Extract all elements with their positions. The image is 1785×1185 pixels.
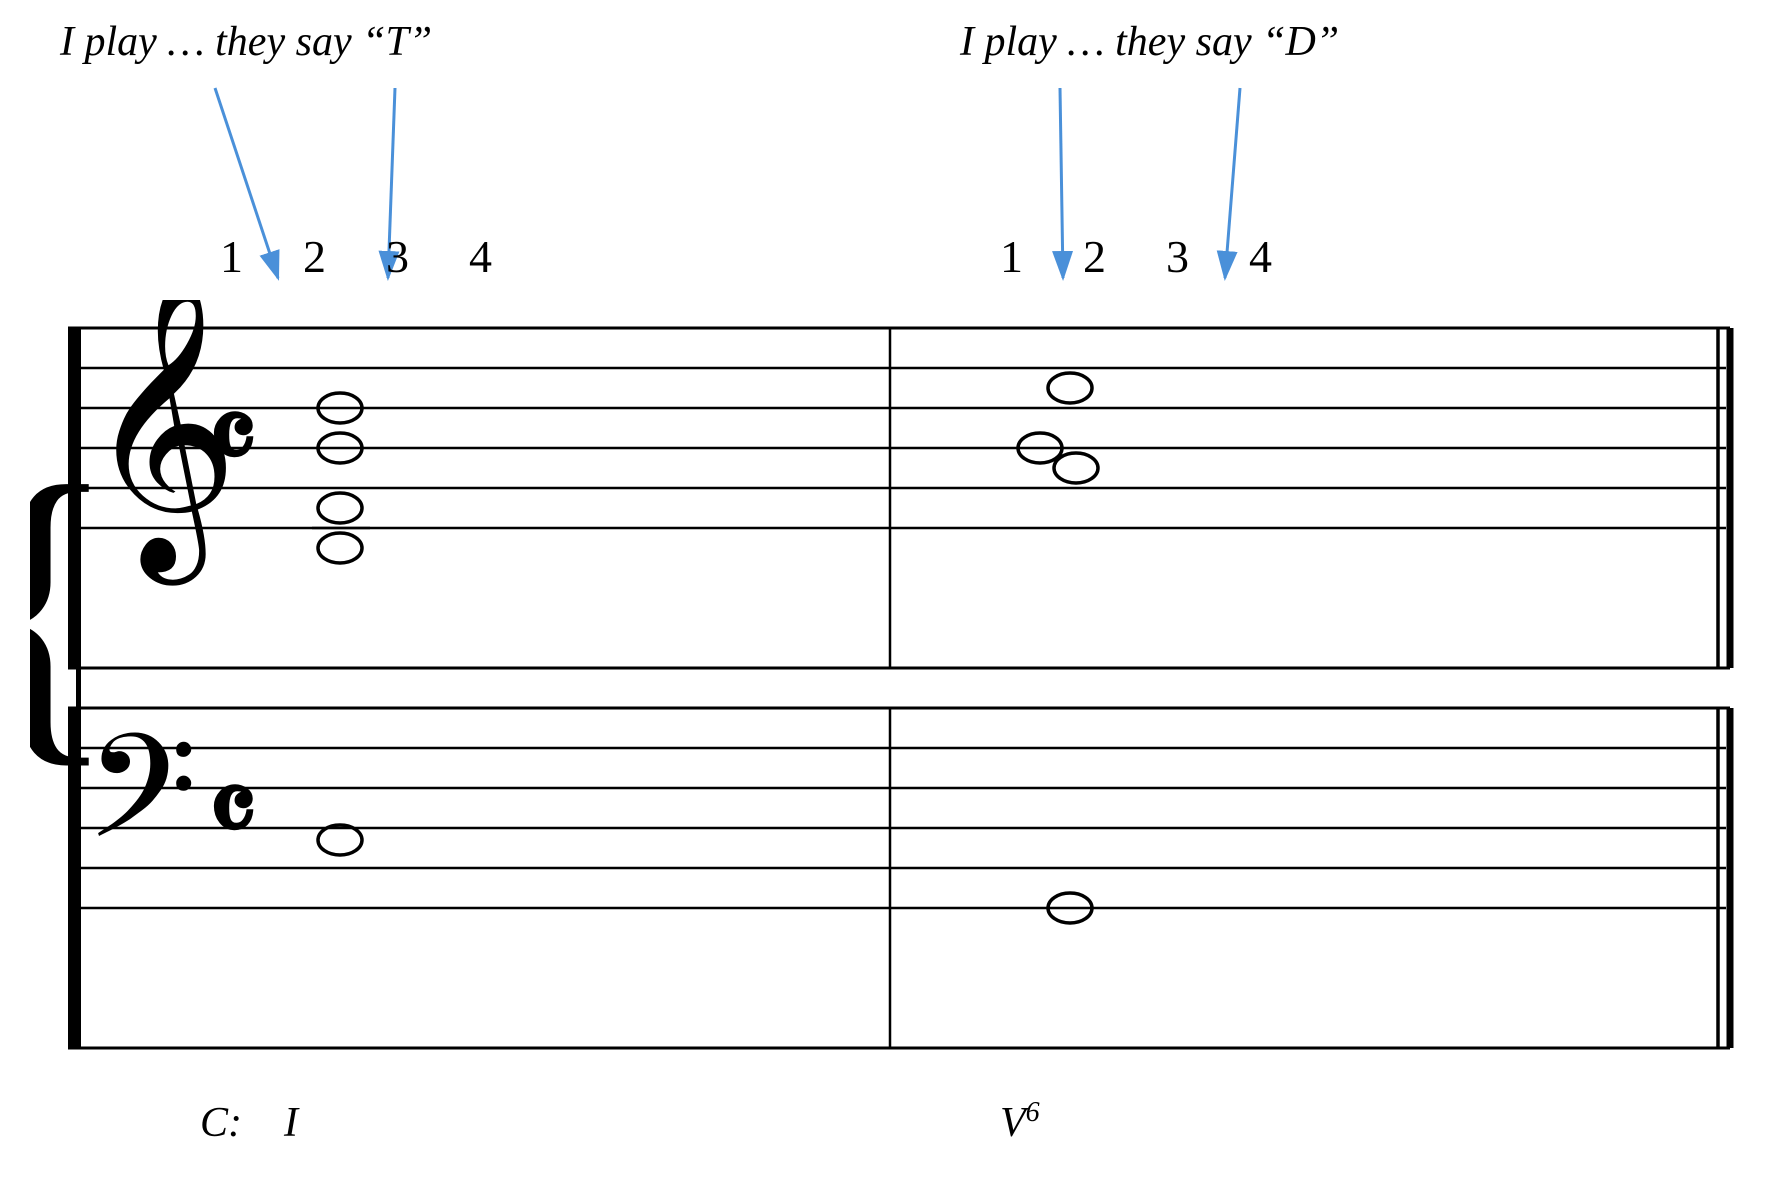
staff-container: { 𝄞 𝄴 bbox=[30, 300, 1760, 1080]
beat-right-3: 3 bbox=[1166, 230, 1189, 283]
beat-right-4: 4 bbox=[1249, 230, 1272, 283]
beat-left-4: 4 bbox=[469, 230, 492, 283]
svg-text:𝄴: 𝄴 bbox=[208, 750, 257, 872]
annotation-right: I play … they say “D” bbox=[960, 18, 1339, 66]
beat-left-3: 3 bbox=[386, 230, 409, 283]
beat-numbers-left: 1 2 3 4 bbox=[220, 230, 492, 283]
svg-text:𝄢: 𝄢 bbox=[85, 709, 198, 903]
beat-numbers-right: 1 2 3 4 bbox=[1000, 230, 1272, 283]
label-c-i: C: I bbox=[200, 1099, 298, 1147]
label-v6: V6 bbox=[1000, 1097, 1040, 1147]
staff-svg: { 𝄞 𝄴 bbox=[30, 300, 1760, 1080]
beat-left-1: 1 bbox=[220, 230, 243, 283]
beat-right-1: 1 bbox=[1000, 230, 1023, 283]
beat-left-2: 2 bbox=[303, 230, 326, 283]
annotation-left: I play … they say “T” bbox=[60, 18, 432, 66]
svg-text:𝄴: 𝄴 bbox=[208, 377, 257, 499]
page-container: I play … they say “T” I play … they say … bbox=[0, 0, 1785, 1185]
beat-right-2: 2 bbox=[1083, 230, 1106, 283]
